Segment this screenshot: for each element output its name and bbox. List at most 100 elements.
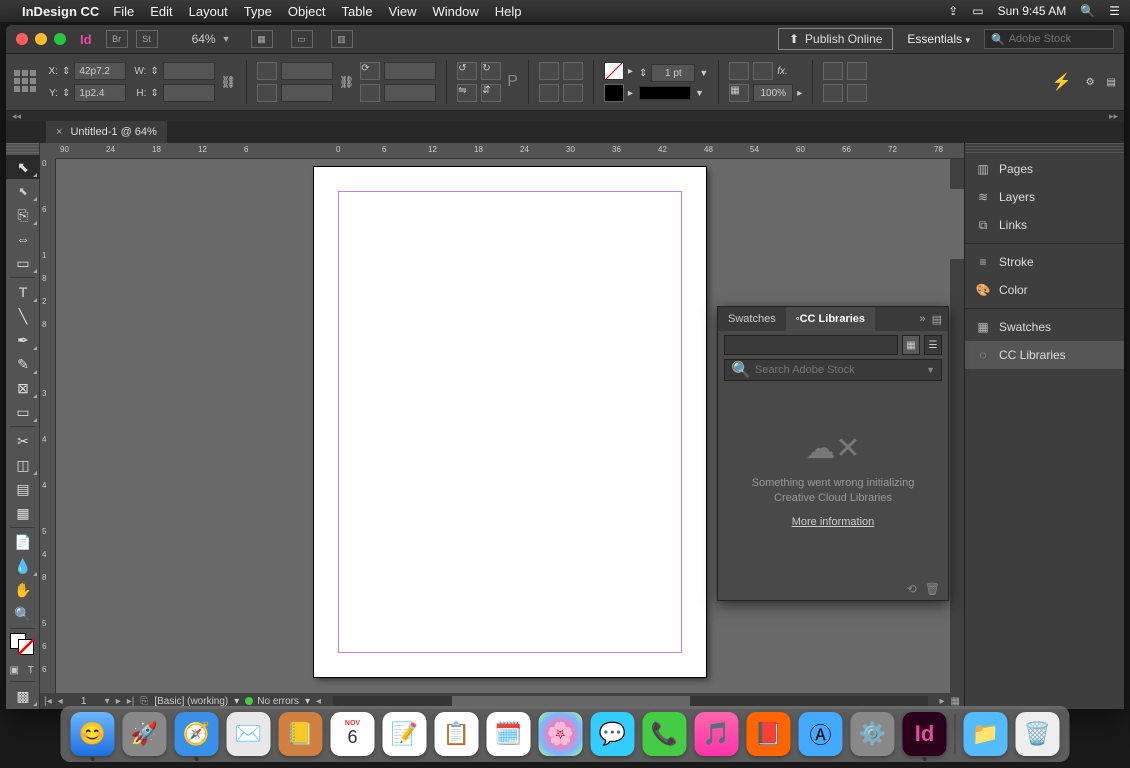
menu-help[interactable]: Help — [495, 4, 522, 19]
opacity-icon[interactable]: ▦ — [729, 84, 749, 102]
controlbar-menu-icon[interactable]: ▤ — [1107, 77, 1116, 88]
y-stepper-icon[interactable]: ⇕ — [62, 88, 70, 99]
adobe-stock-search[interactable]: 🔍 — [984, 29, 1114, 49]
dock-launchpad[interactable]: 🚀 — [123, 712, 167, 756]
preflight-status[interactable]: No errors — [245, 696, 299, 707]
tab-swatches[interactable]: Swatches — [718, 307, 786, 331]
prev-page-button[interactable]: ◂ — [58, 696, 63, 707]
menu-file[interactable]: File — [113, 4, 134, 19]
rectangle-frame-tool[interactable]: ⊠ — [6, 376, 40, 400]
free-transform-tool[interactable]: ◫ — [6, 453, 40, 477]
status-extras-icon[interactable]: ▦ — [951, 696, 960, 707]
text-wrap-bound-icon[interactable] — [847, 62, 867, 80]
preflight-profile[interactable]: [Basic] (working) — [154, 696, 228, 707]
minimize-window-button[interactable] — [35, 33, 47, 45]
note-tool[interactable]: 📄 — [6, 530, 40, 554]
shear-icon[interactable] — [360, 84, 380, 102]
fill-swatch[interactable] — [604, 62, 624, 80]
page-number-field[interactable]: 1 — [69, 696, 99, 707]
gap-tool[interactable]: ⇔ — [6, 227, 40, 251]
panel-cc-libraries[interactable]: ◌CC Libraries — [965, 341, 1124, 369]
w-input[interactable] — [163, 62, 215, 80]
apply-color-icon[interactable]: ▣ — [6, 661, 23, 679]
adobe-stock-search-input[interactable] — [1009, 33, 1107, 45]
select-content-icon[interactable] — [563, 62, 583, 80]
x-input[interactable]: 42p7.2 — [74, 62, 126, 80]
last-page-button[interactable]: ▸| — [127, 696, 135, 707]
stroke-weight-input[interactable]: 1 pt — [651, 64, 695, 82]
dock-calendar[interactable]: NOV6 — [331, 712, 375, 756]
horizontal-ruler[interactable]: 90 24 18 12 6 0 6 12 18 24 30 36 42 48 5… — [56, 143, 964, 159]
h-input[interactable] — [163, 84, 215, 102]
screen-mode-icon[interactable]: ▭ — [291, 30, 313, 48]
line-tool[interactable]: ╲ — [6, 304, 40, 328]
cc-delete-icon[interactable]: 🗑 — [925, 582, 940, 596]
dock-notes[interactable]: 📝 — [383, 712, 427, 756]
panel-color[interactable]: 🎨Color — [965, 276, 1124, 304]
zoom-window-button[interactable] — [54, 33, 66, 45]
scale-x-input[interactable] — [281, 62, 333, 80]
quick-apply-icon[interactable]: ⚡ — [1052, 72, 1072, 92]
text-wrap-shape-icon[interactable] — [823, 84, 843, 102]
more-information-link[interactable]: More information — [792, 516, 875, 528]
dock-messages[interactable]: 💬 — [591, 712, 635, 756]
select-container-icon[interactable] — [539, 62, 559, 80]
zoom-level[interactable]: 64% — [192, 32, 216, 46]
stroke-dropdown-icon[interactable]: ▸ — [628, 88, 633, 99]
rightdock-gripper[interactable] — [965, 143, 1124, 155]
tools-gripper[interactable] — [6, 143, 39, 155]
zoom-tool[interactable]: 🔍 — [6, 602, 40, 626]
rotate-input[interactable] — [384, 62, 436, 80]
cc-sync-icon[interactable]: ⟲ — [907, 582, 917, 596]
menu-layout[interactable]: Layout — [189, 4, 228, 19]
dock-trash[interactable]: 🗑️ — [1016, 712, 1060, 756]
stroke-style-dropdown-icon[interactable]: ▼ — [695, 88, 704, 98]
opacity-dropdown-icon[interactable]: ▸ — [797, 88, 802, 99]
dock-preferences[interactable]: ⚙️ — [851, 712, 895, 756]
spotlight-icon[interactable]: 🔍 — [1080, 4, 1095, 18]
grid-view-button[interactable]: ▦ — [902, 335, 920, 355]
dock-facetime[interactable]: 📞 — [643, 712, 687, 756]
fill-dropdown-icon[interactable]: ▸ — [628, 66, 633, 77]
menu-type[interactable]: Type — [244, 4, 272, 19]
flip-h-icon[interactable]: ⇋ — [457, 84, 477, 102]
menu-extras-icon[interactable]: ☰ — [1109, 4, 1120, 18]
preflight-dropdown-icon[interactable]: ▾ — [305, 696, 310, 707]
view-options-icon[interactable]: ▦ — [251, 30, 273, 48]
dock-safari[interactable]: 🧭 — [175, 712, 219, 756]
panel-swatches[interactable]: ▦Swatches — [965, 313, 1124, 341]
list-view-button[interactable]: ☰ — [924, 335, 942, 355]
menubar-clock[interactable]: Sun 9:45 AM — [998, 4, 1067, 18]
opacity-input[interactable]: 100% — [753, 84, 793, 102]
dock-reminders[interactable]: 📋 — [435, 712, 479, 756]
type-tool[interactable]: T — [6, 280, 40, 304]
vertical-ruler[interactable]: 0 6 1 8 2 8 3 4 4 5 4 8 5 6 6 — [40, 159, 56, 693]
menu-edit[interactable]: Edit — [150, 4, 172, 19]
screen-mode-toggle[interactable]: ▩ — [6, 684, 40, 708]
library-select-dropdown[interactable] — [724, 335, 898, 355]
text-wrap-jump-icon[interactable] — [847, 84, 867, 102]
page-dropdown-icon[interactable]: ▾ — [105, 696, 110, 707]
flip-v-icon[interactable]: ⇵ — [481, 84, 501, 102]
dock-appstore[interactable]: Ⓐ — [799, 712, 843, 756]
panel-expand-strip[interactable]: ◂◂▸▸ — [6, 111, 1124, 121]
app-name[interactable]: InDesign CC — [22, 4, 99, 19]
effects-icon[interactable] — [753, 62, 773, 80]
display-icon[interactable]: ▭ — [972, 4, 983, 18]
publish-online-button[interactable]: ⬆ Publish Online — [778, 28, 893, 50]
cc-search-input[interactable] — [755, 364, 926, 376]
dock-contacts[interactable]: 📒 — [279, 712, 323, 756]
shear-input[interactable] — [384, 84, 436, 102]
zoom-dropdown-icon[interactable]: ▼ — [222, 34, 231, 44]
vertical-scroll-thumb[interactable] — [950, 189, 964, 259]
stroke-style-swatch[interactable] — [639, 86, 691, 100]
panel-pages[interactable]: ▥Pages — [965, 155, 1124, 183]
gradient-swatch-tool[interactable]: ▤ — [6, 477, 40, 501]
menu-view[interactable]: View — [389, 4, 417, 19]
menu-table[interactable]: Table — [341, 4, 372, 19]
wifi-icon[interactable]: ⇪ — [948, 4, 958, 18]
arrange-icon[interactable]: ▥ — [331, 30, 353, 48]
panel-menu-icon[interactable]: ▤ — [932, 313, 942, 326]
workspace-switcher[interactable]: Essentials ▾ — [907, 32, 970, 46]
page[interactable] — [314, 167, 706, 677]
